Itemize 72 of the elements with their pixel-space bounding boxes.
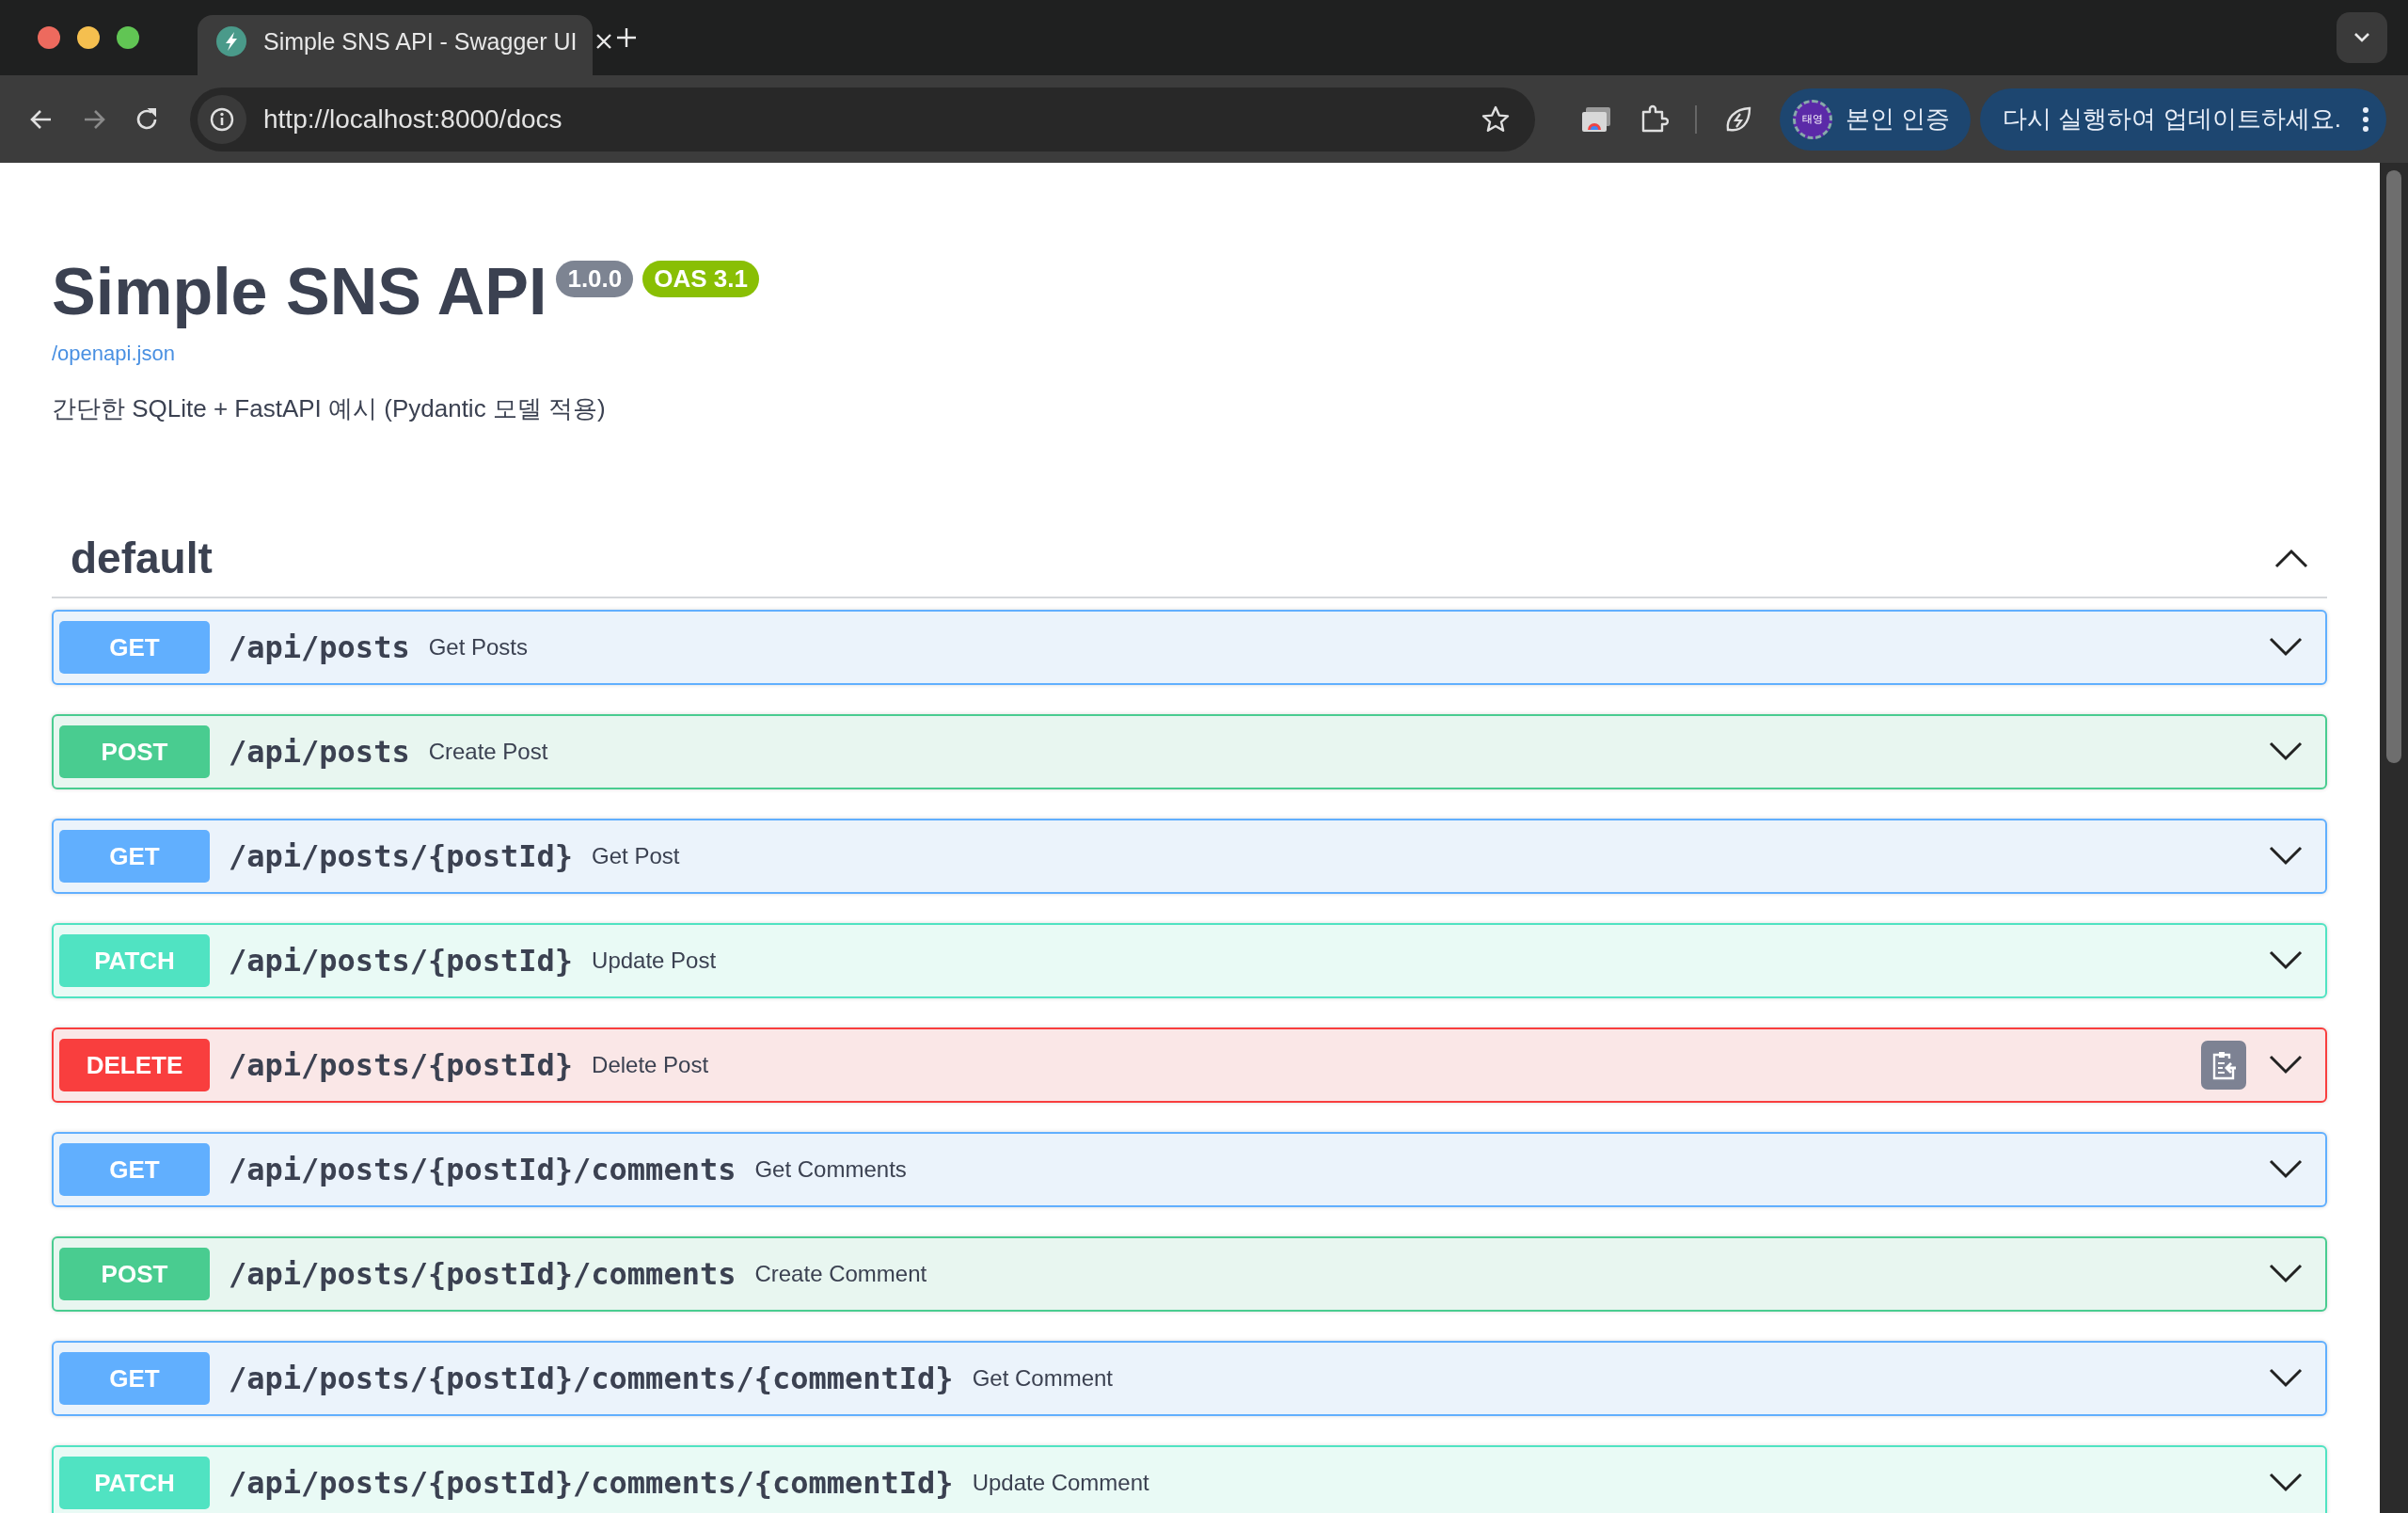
operation-summary: Update Post — [592, 948, 717, 974]
method-label: GET — [59, 830, 210, 883]
endpoint-path: /api/posts/{postId} — [229, 838, 574, 874]
chevron-down-icon[interactable] — [2269, 846, 2303, 867]
operation-row[interactable]: PATCH /api/posts/{postId}/comments/{commentId} Update Comment — [52, 1445, 2327, 1513]
chevron-down-icon — [2353, 32, 2371, 43]
operation-row[interactable]: PATCH /api/posts/{postId} Update Post — [52, 923, 2327, 998]
operation-summary: Delete Post — [592, 1052, 709, 1078]
scrollbar[interactable] — [2380, 163, 2408, 1513]
oas-badge: OAS 3.1 — [642, 261, 759, 297]
endpoint-path: /api/posts/{postId}/comments/{commentId} — [229, 1465, 954, 1501]
method-label: POST — [59, 725, 210, 778]
operation-summary: Get Posts — [428, 634, 529, 661]
tab-title: Simple SNS API - Swagger UI — [263, 27, 578, 56]
tag-header[interactable]: default — [52, 519, 2327, 598]
chevron-down-icon[interactable] — [2269, 1264, 2303, 1284]
method-label: GET — [59, 621, 210, 674]
avatar: 태영 — [1793, 99, 1832, 139]
star-icon[interactable] — [1481, 104, 1511, 135]
operation-row[interactable]: POST /api/posts Create Post — [52, 714, 2327, 789]
version-badge: 1.0.0 — [556, 261, 634, 297]
api-description: 간단한 SQLite + FastAPI 예시 (Pydantic 모델 적용) — [52, 393, 607, 424]
url-text: http://localhost:8000/docs — [263, 104, 562, 135]
kebab-menu-icon[interactable] — [2361, 105, 2369, 133]
chevron-up-icon[interactable] — [2274, 548, 2308, 568]
operation-summary: Get Post — [592, 843, 680, 869]
operation-row[interactable]: GET /api/posts/{postId}/comments Get Comments — [52, 1132, 2327, 1207]
endpoint-path: /api/posts — [229, 734, 410, 770]
operation-row[interactable]: GET /api/posts/{postId} Get Post — [52, 819, 2327, 894]
operation-row[interactable]: POST /api/posts/{postId}/comments Create Comment — [52, 1236, 2327, 1312]
method-label: PATCH — [59, 1457, 210, 1509]
update-button[interactable]: 다시 실행하여 업데이트하세요. — [1980, 88, 2386, 151]
tab-search-button[interactable] — [2337, 12, 2387, 63]
chevron-down-icon[interactable] — [2269, 1055, 2303, 1075]
chevron-down-icon[interactable] — [2269, 950, 2303, 971]
chevron-down-icon[interactable] — [2269, 1368, 2303, 1389]
endpoint-path: /api/posts/{postId}/comments — [229, 1152, 737, 1187]
operation-row[interactable]: DELETE /api/posts/{postId} Delete Post — [52, 1027, 2327, 1103]
endpoint-path: /api/posts/{postId} — [229, 1047, 574, 1083]
operation-summary: Create Comment — [754, 1261, 927, 1287]
operation-summary: Get Comment — [972, 1365, 1113, 1392]
scrollbar-thumb[interactable] — [2386, 170, 2401, 763]
window-control-icon[interactable] — [117, 26, 139, 49]
extension-icon[interactable] — [1580, 104, 1612, 134]
chevron-down-icon[interactable] — [2269, 1159, 2303, 1180]
tag-name: default — [71, 533, 213, 583]
window-control-icon[interactable] — [38, 26, 60, 49]
chevron-down-icon[interactable] — [2269, 1473, 2303, 1493]
new-tab-icon[interactable] — [615, 26, 638, 49]
operation-row[interactable]: GET /api/posts Get Posts — [52, 610, 2327, 685]
operation-row[interactable]: GET /api/posts/{postId}/comments/{commentId} Get Comment — [52, 1341, 2327, 1416]
window-control-icon[interactable] — [77, 26, 100, 49]
operation-summary: Update Comment — [972, 1470, 1149, 1496]
operation-summary: Create Post — [428, 739, 548, 765]
endpoint-path: /api/posts/{postId}/comments — [229, 1256, 737, 1292]
operation-summary: Get Comments — [754, 1156, 907, 1183]
chevron-down-icon[interactable] — [2269, 637, 2303, 658]
favicon-icon — [216, 26, 246, 56]
method-label: GET — [59, 1352, 210, 1405]
endpoint-path: /api/posts/{postId}/comments/{commentId} — [229, 1361, 954, 1396]
copy-button[interactable] — [2201, 1041, 2246, 1090]
api-title: Simple SNS API — [52, 254, 547, 330]
method-label: GET — [59, 1143, 210, 1196]
endpoint-path: /api/posts — [229, 629, 410, 665]
chevron-down-icon[interactable] — [2269, 741, 2303, 762]
clipboard-icon — [2210, 1050, 2237, 1080]
address-bar[interactable]: http://localhost:8000/docs — [190, 87, 1535, 151]
method-label: POST — [59, 1248, 210, 1300]
profile-button[interactable]: 태영 본인 인증 — [1780, 88, 1972, 151]
method-label: DELETE — [59, 1039, 210, 1091]
endpoint-path: /api/posts/{postId} — [229, 943, 574, 979]
method-label: PATCH — [59, 934, 210, 987]
